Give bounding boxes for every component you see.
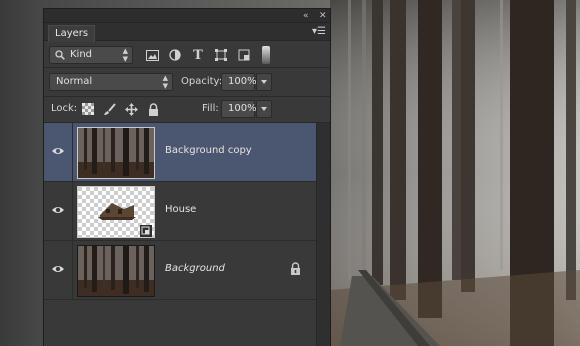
lock-transparent-pixels-icon[interactable] — [81, 102, 95, 116]
layer-lock-icon[interactable] — [290, 262, 302, 276]
panel-topbar: « ✕ — [44, 9, 330, 23]
divider — [72, 241, 73, 300]
panel-tab-row: Layers ▾☰ — [44, 23, 330, 42]
adjustment-filter-icon[interactable] — [168, 48, 182, 62]
opacity-label: Opacity: — [181, 76, 223, 87]
layer-name[interactable]: House — [165, 203, 196, 217]
stepper-arrows-icon: ▲ ▼ — [162, 74, 168, 90]
lock-row: Lock: Fill: 100% — [44, 97, 330, 121]
smart-object-filter-icon[interactable] — [237, 48, 251, 62]
opacity-dropdown-button[interactable] — [256, 73, 272, 91]
layer-row-background[interactable]: Background — [44, 241, 316, 300]
visibility-eye-icon[interactable] — [51, 203, 65, 217]
divider — [44, 67, 330, 68]
layer-name[interactable]: Background — [165, 262, 225, 276]
visibility-eye-icon[interactable] — [51, 144, 65, 158]
blend-mode-value: Normal — [56, 76, 93, 87]
filter-row: Kind ▲ ▼ T — [44, 43, 330, 67]
lock-image-pixels-brush-icon[interactable] — [102, 102, 116, 116]
chevron-down-icon — [261, 107, 267, 111]
close-icon[interactable]: ✕ — [319, 10, 327, 22]
shape-filter-icon[interactable] — [214, 48, 228, 62]
blend-row: Normal ▲ ▼ Opacity: 100% — [44, 69, 330, 95]
lock-all-icon[interactable] — [146, 102, 160, 116]
tab-layers[interactable]: Layers — [48, 25, 96, 42]
layer-name[interactable]: Background copy — [165, 144, 252, 158]
fill-label: Fill: — [202, 103, 219, 114]
filter-kind-select[interactable]: Kind ▲ ▼ — [49, 46, 133, 64]
blend-mode-select[interactable]: Normal ▲ ▼ — [49, 73, 173, 91]
layers-scrollbar[interactable] — [316, 123, 330, 346]
search-icon — [55, 50, 65, 60]
house-thumbnail-image — [78, 187, 154, 237]
forest-thumbnail-image — [78, 246, 154, 296]
layer-row-background-copy[interactable]: Background copy — [44, 123, 316, 182]
filter-toggle-switch[interactable] — [262, 46, 270, 64]
stepper-arrows-icon: ▲ ▼ — [122, 47, 128, 63]
layer-thumbnail[interactable] — [77, 245, 155, 297]
lock-position-move-icon[interactable] — [124, 102, 138, 116]
lock-label: Lock: — [51, 103, 78, 114]
divider — [72, 182, 73, 241]
filter-kind-value: Kind — [70, 49, 93, 60]
collapse-icon[interactable]: « — [303, 10, 309, 22]
layers-list: Background copy House Background — [44, 123, 316, 346]
fill-input[interactable]: 100% — [221, 100, 257, 118]
image-filter-icon[interactable] — [145, 48, 159, 62]
forest-thumbnail-image — [78, 128, 154, 178]
fill-dropdown-button[interactable] — [256, 100, 272, 118]
divider — [72, 123, 73, 182]
visibility-eye-icon[interactable] — [51, 262, 65, 276]
type-filter-icon[interactable]: T — [191, 48, 205, 63]
chevron-down-icon — [261, 80, 267, 84]
layer-thumbnail[interactable] — [77, 186, 155, 238]
layers-panel: « ✕ Layers ▾☰ Kind ▲ ▼ T Normal ▲ ▼ Opac… — [43, 8, 331, 346]
layer-row-house[interactable]: House — [44, 182, 316, 241]
layer-thumbnail[interactable] — [77, 127, 155, 179]
opacity-input[interactable]: 100% — [221, 73, 257, 91]
panel-menu-icon[interactable]: ▾☰ — [312, 25, 326, 38]
